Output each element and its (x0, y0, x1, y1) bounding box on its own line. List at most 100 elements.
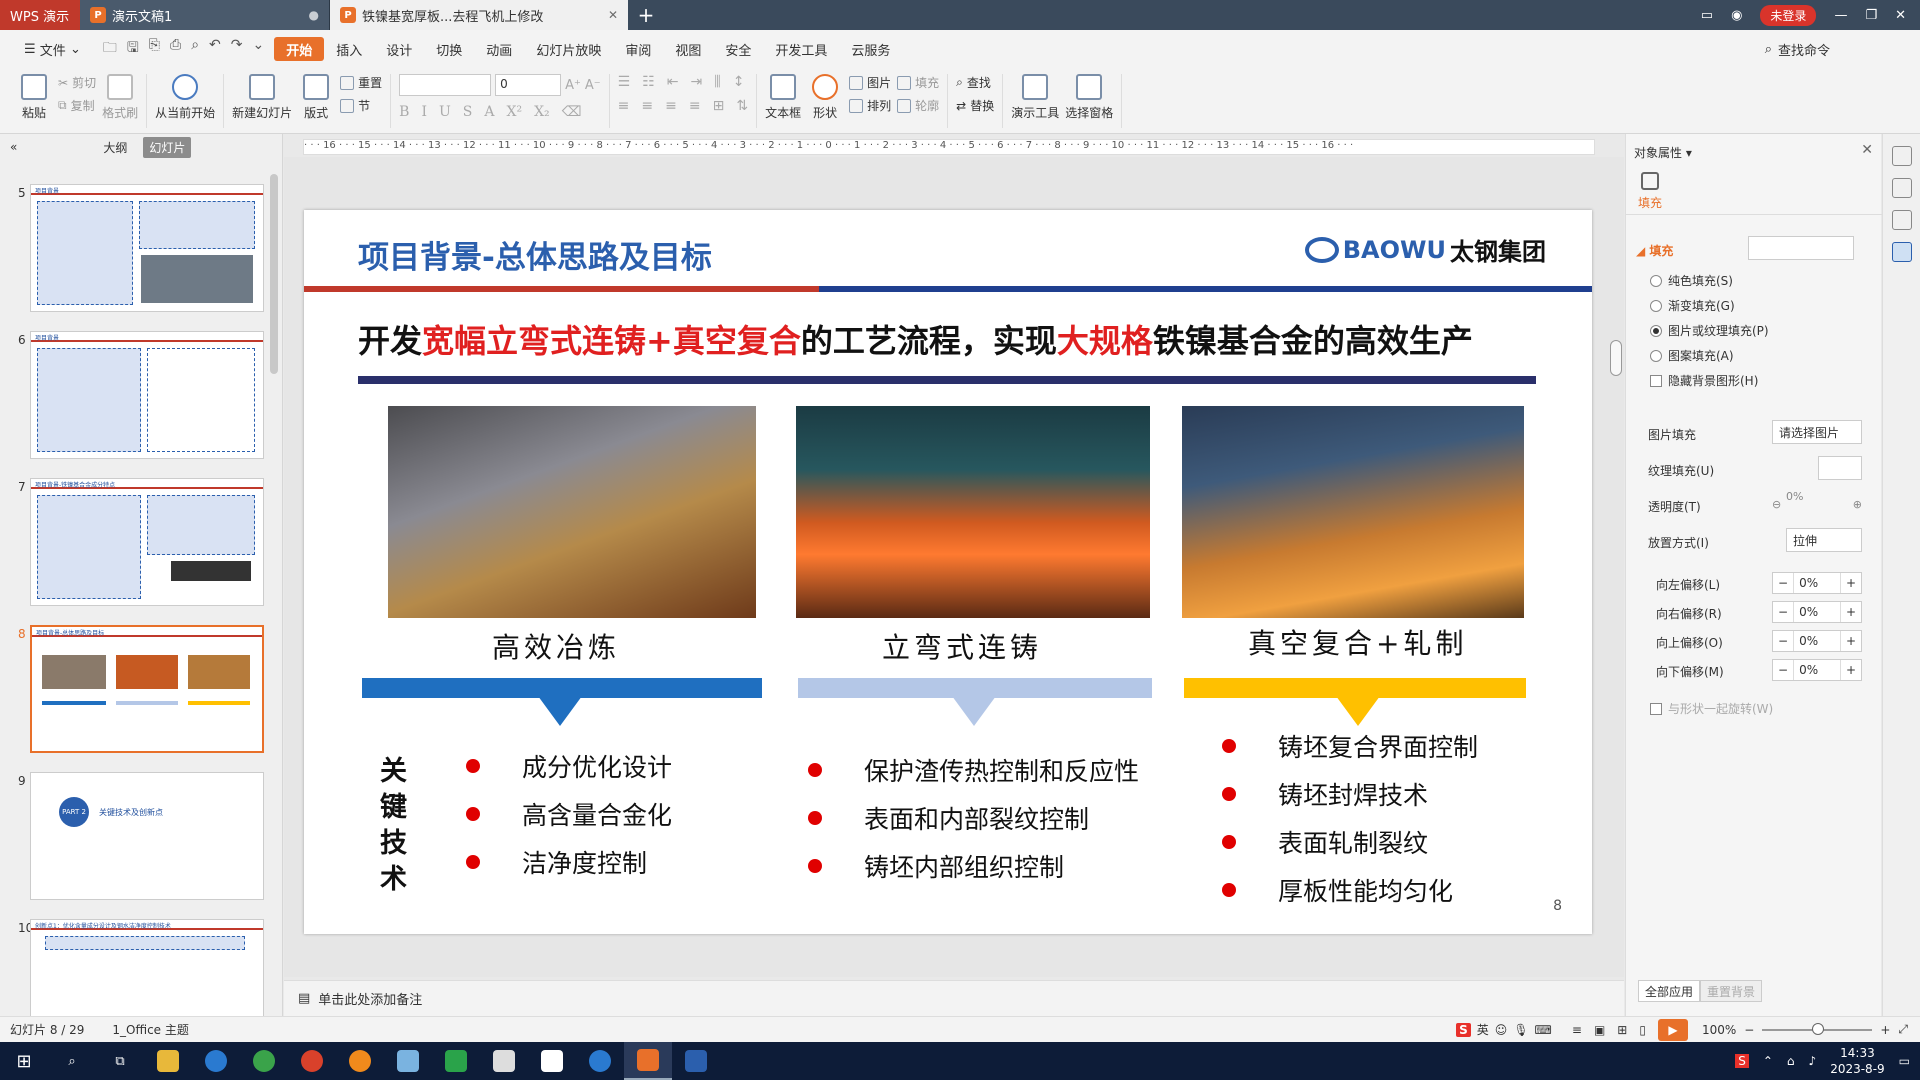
superscript-icon[interactable]: X² (507, 104, 523, 120)
slide-title[interactable]: 项目背景-总体思路及目标 (358, 232, 712, 277)
chrome-icon[interactable] (288, 1042, 336, 1080)
customize-icon[interactable]: ⌄ (253, 37, 265, 61)
star-icon[interactable] (1891, 210, 1912, 230)
continuous-casting-photo[interactable] (796, 406, 1150, 618)
fill-button[interactable]: 填充 (897, 74, 939, 91)
strikethrough-icon[interactable]: S (463, 104, 473, 120)
menu-tab-view[interactable]: 视图 (663, 37, 713, 61)
section-button[interactable]: 节 (340, 97, 382, 114)
radio-pattern-fill[interactable]: 图案填充(A) (1650, 347, 1734, 364)
print-preview-icon[interactable]: ⌕ (191, 37, 199, 61)
layout-button[interactable]: 版式 (298, 74, 334, 121)
rotate-with-shape-checkbox[interactable]: 与形状一起旋转(W) (1650, 700, 1773, 717)
print-icon[interactable]: ⎙ (170, 37, 181, 61)
notepad-icon[interactable] (384, 1042, 432, 1080)
offset-up-stepper[interactable]: −0% + (1772, 630, 1862, 652)
new-slide-button[interactable]: 新建幻灯片 (232, 74, 292, 121)
clock[interactable]: 14:33 2023-8-9 (1830, 1045, 1884, 1077)
zoom-in-icon[interactable]: + (1880, 1023, 1890, 1037)
offset-down-stepper[interactable]: −0% + (1772, 659, 1862, 681)
key-tech-label[interactable]: 关 键 技 术 (380, 754, 416, 898)
distribute-icon[interactable]: ⊞ (713, 98, 725, 114)
transparency-slider[interactable]: ⊖ 0% ⊕ (1772, 490, 1862, 518)
bullet-item[interactable]: 表面和内部裂纹控制 (808, 800, 1089, 836)
yellow-band[interactable] (1184, 678, 1526, 698)
paste-button[interactable]: 粘贴 (16, 74, 52, 121)
text-direction-icon[interactable]: ⇅ (736, 98, 748, 114)
select-pane-button[interactable]: 选择窗格 (1065, 74, 1113, 121)
menu-tab-review[interactable]: 审阅 (613, 37, 663, 61)
line-spacing-icon[interactable]: ↕ (733, 74, 745, 90)
slide-panel-scrollbar[interactable] (270, 174, 278, 374)
light-blue-band[interactable] (798, 678, 1152, 698)
shape-button[interactable]: 形状 (807, 74, 843, 121)
bold-icon[interactable]: B (399, 104, 409, 120)
slide-thumb-6[interactable]: 6 项目背景 (0, 323, 283, 459)
format-painter-button[interactable]: 格式刷 (102, 74, 138, 121)
bullet-item[interactable]: 铸坯复合界面控制 (1222, 728, 1478, 764)
radio-solid-fill[interactable]: 纯色填充(S) (1650, 272, 1733, 289)
menu-tab-cloud[interactable]: 云服务 (839, 37, 902, 61)
radio-gradient-fill[interactable]: 渐变填充(G) (1650, 297, 1735, 314)
menu-tab-security[interactable]: 安全 (713, 37, 763, 61)
tab-outline[interactable]: 大纲 (103, 139, 127, 156)
properties-icon[interactable] (1891, 242, 1912, 262)
bullet-item[interactable]: 表面轧制裂纹 (1222, 824, 1428, 860)
bullet-item[interactable]: 保护渣传热控制和反应性 (808, 752, 1139, 788)
menu-tab-animation[interactable]: 动画 (474, 37, 524, 61)
copy-style-icon[interactable] (1891, 146, 1912, 166)
texture-fill-dropdown[interactable] (1818, 456, 1862, 480)
font-size-input[interactable]: 0 (495, 74, 562, 96)
replace-button[interactable]: ⇄ 替换 (956, 97, 994, 114)
active-doc-tab[interactable]: P 铁镍基宽厚板...去程飞机上修改 ✕ (330, 0, 628, 30)
minus-icon[interactable]: ⊖ (1772, 498, 1781, 511)
grow-font-icon[interactable]: A⁺ (565, 78, 581, 93)
wps-writer-icon[interactable] (672, 1042, 720, 1080)
ime-language[interactable]: 英 (1477, 1021, 1489, 1038)
italic-icon[interactable]: I (421, 104, 427, 120)
arrange-button[interactable]: 排列 (849, 97, 891, 114)
textbox-button[interactable]: 文本框 (765, 74, 801, 121)
sogou-tray-icon[interactable]: S (1735, 1054, 1749, 1068)
slide-thumb-5[interactable]: 5 项目背景 (0, 176, 283, 312)
clear-format-icon[interactable]: ⌫ (562, 104, 582, 120)
stepper-value[interactable]: 0% (1793, 631, 1841, 651)
category-vacuum-rolling[interactable]: 真空复合+轧制 (1248, 622, 1467, 662)
stepper-value[interactable]: 0% (1793, 573, 1841, 593)
align-left-icon[interactable]: ≡ (618, 98, 630, 114)
file-menu[interactable]: ☰ 文件 ⌄ (12, 37, 93, 61)
offset-left-stepper[interactable]: −0% + (1772, 572, 1862, 594)
picture-fill-dropdown[interactable]: 请选择图片 (1772, 420, 1862, 444)
skin-icon[interactable]: ◉ (1731, 8, 1742, 23)
menu-tab-start[interactable]: 开始 (274, 37, 325, 61)
font-color-icon[interactable]: A (484, 104, 494, 120)
slide-thumb-9[interactable]: 9 PART 2 关键技术及创新点 (0, 764, 283, 900)
bullets-icon[interactable]: ☰ (618, 74, 631, 90)
bullet-item[interactable]: 高含量合金化 (466, 796, 672, 832)
slide-headline[interactable]: 开发宽幅立弯式连铸+真空复合的工艺流程，实现大规格铁镍基合金的高效生产 (358, 316, 1473, 362)
open-icon[interactable]: 🗀 (103, 37, 117, 61)
export-icon[interactable]: ⎘ (149, 37, 160, 61)
slide-thumb-8[interactable]: 8 项目背景-总体思路及目标 (0, 617, 283, 753)
edge-icon[interactable] (192, 1042, 240, 1080)
slide-thumb-7[interactable]: 7 项目背景-铁镍基合金成分特点 (0, 470, 283, 606)
new-tab-button[interactable]: + (628, 0, 664, 30)
fit-window-icon[interactable]: ⤢ (1898, 1022, 1908, 1037)
plus-icon[interactable]: ⊕ (1853, 498, 1862, 511)
outline-button[interactable]: 轮廓 (897, 97, 939, 114)
fill-tab[interactable]: 填充 (1638, 172, 1662, 211)
fill-color-dropdown[interactable] (1748, 236, 1854, 260)
font-name-input[interactable] (399, 74, 492, 96)
shrink-font-icon[interactable]: A⁻ (585, 78, 601, 93)
bullet-item[interactable]: 厚板性能均匀化 (1222, 872, 1453, 908)
tab-close-icon[interactable]: ✕ (608, 8, 618, 22)
slide-8[interactable]: 项目背景-总体思路及目标 BAOWU 太钢集团 开发宽幅立弯式连铸+真空复合的工… (304, 210, 1592, 934)
volume-icon[interactable]: ♪ (1809, 1054, 1817, 1068)
canvas-scrollbar-thumb[interactable] (1610, 340, 1622, 376)
zoom-out-icon[interactable]: − (1744, 1023, 1754, 1037)
tab-dot-icon[interactable]: ● (309, 8, 319, 22)
zoom-slider-knob[interactable] (1812, 1022, 1825, 1035)
doc-tab[interactable]: P 演示文稿1 ● (80, 0, 330, 30)
fill-section-header[interactable]: ◢ 填充 (1636, 242, 1673, 259)
apply-all-button[interactable]: 全部应用 (1638, 980, 1701, 1002)
